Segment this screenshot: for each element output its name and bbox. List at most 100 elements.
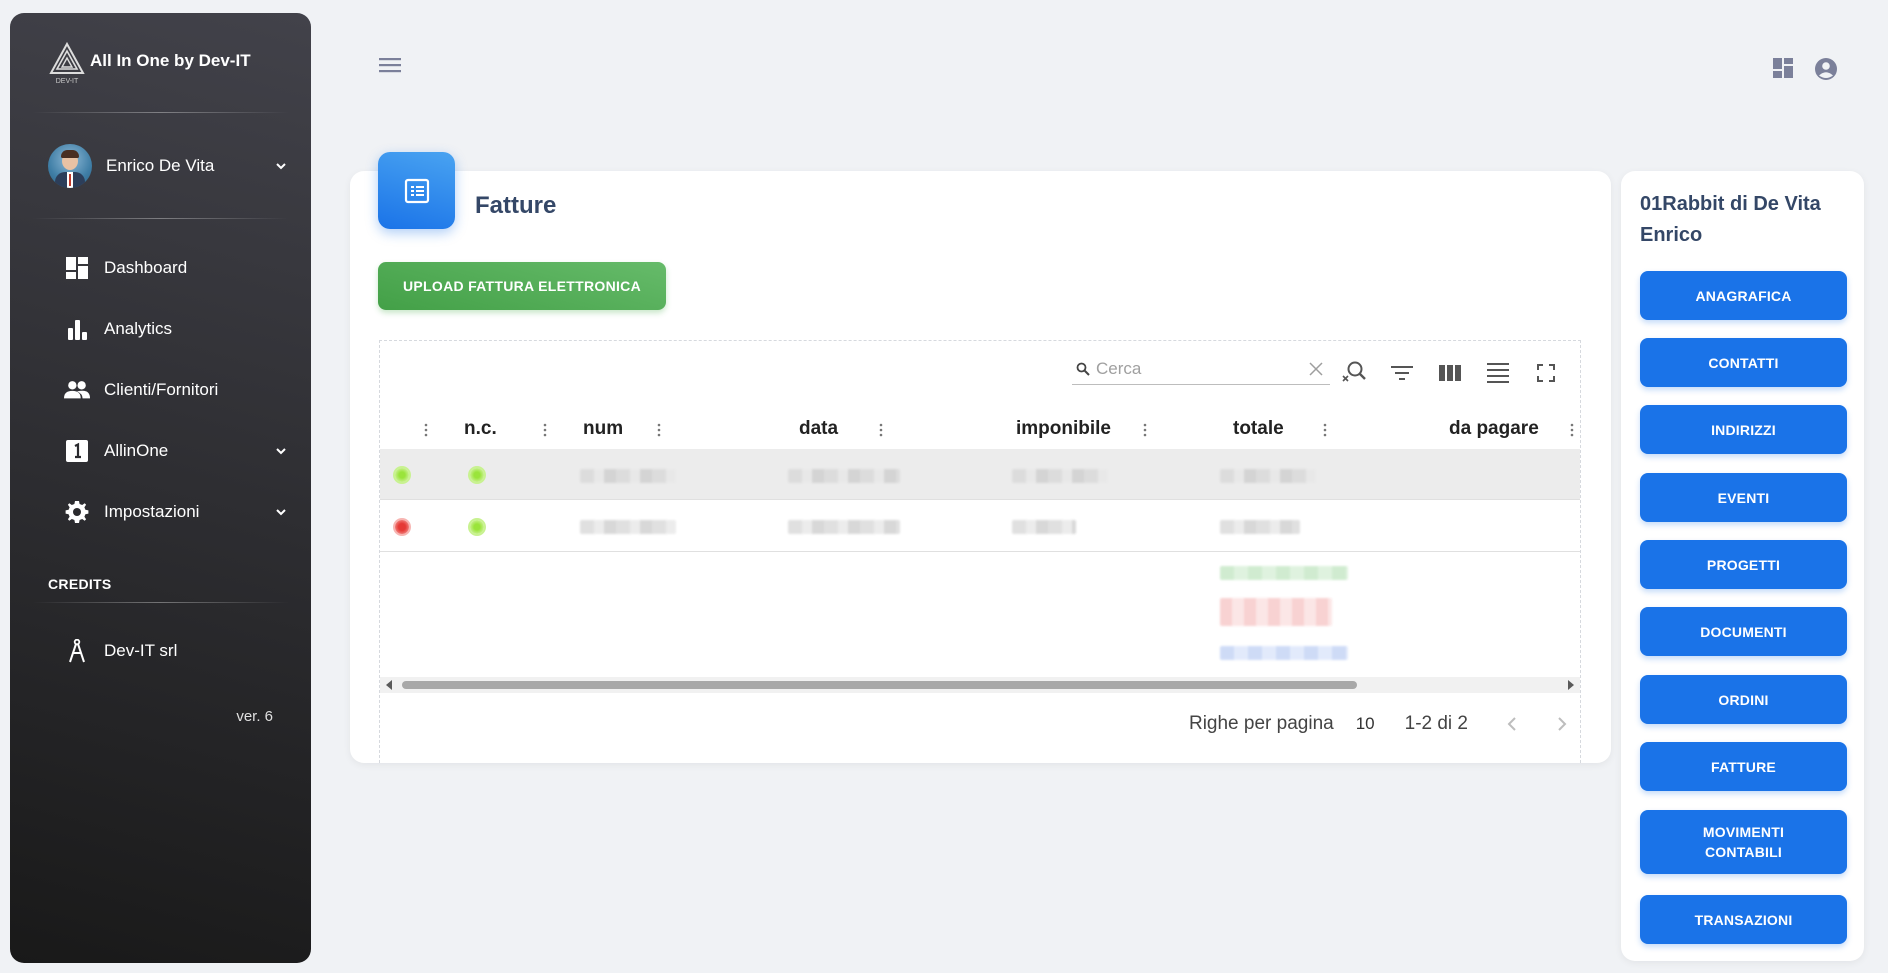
entity-panel: 01Rabbit di De Vita Enrico ANAGRAFICA CO… <box>1621 171 1864 961</box>
app-title: All In One by Dev-IT <box>90 51 251 70</box>
rows-per-page-label: Righe per pagina <box>1188 713 1334 734</box>
credits-heading: CREDITS <box>48 576 112 592</box>
redacted-cell <box>1220 469 1316 483</box>
column-menu-icon[interactable] <box>1143 423 1147 437</box>
transazioni-button[interactable]: TRANSAZIONI <box>1640 895 1847 944</box>
scroll-left-icon[interactable] <box>386 680 392 690</box>
scroll-right-icon[interactable] <box>1568 680 1574 690</box>
grid-toolbar <box>1340 359 1560 387</box>
bar-chart-icon <box>64 316 90 342</box>
dashboard-icon[interactable] <box>1772 57 1794 79</box>
redacted-cell <box>1012 469 1108 483</box>
status-indicator <box>395 520 409 534</box>
divider <box>32 602 289 603</box>
svg-text:DEV-IT: DEV-IT <box>56 78 79 85</box>
chevron-down-icon <box>276 448 286 455</box>
sidebar-item-label: Dev-IT srl <box>104 641 178 660</box>
table-row[interactable] <box>380 501 1580 552</box>
chevron-right-icon[interactable] <box>1552 715 1570 733</box>
redacted-cell <box>580 469 676 483</box>
sidebar-item-clienti-fornitori[interactable]: Clienti/Fornitori <box>48 370 288 410</box>
column-header-da-pagare[interactable]: da pagare <box>1449 409 1539 449</box>
redacted-cell <box>788 520 900 534</box>
eventi-button[interactable]: EVENTI <box>1640 473 1847 522</box>
redacted-cell <box>788 469 900 483</box>
company-name: 01Rabbit di De Vita Enrico <box>1640 193 1821 246</box>
brand[interactable]: DEV-IT All In One by Dev-IT <box>48 41 251 85</box>
upload-invoice-button[interactable]: UPLOAD FATTURA ELETTRONICA <box>378 262 666 310</box>
sidebar-item-label: Clienti/Fornitori <box>104 380 219 399</box>
dashboard-icon <box>64 255 90 281</box>
looks-one-icon <box>64 438 90 464</box>
density-icon[interactable] <box>1484 359 1512 387</box>
sidebar-item-label: Dashboard <box>104 258 188 277</box>
pagination: Righe per pagina 10 1-2 di 2 <box>1189 713 1570 735</box>
divider <box>32 112 289 113</box>
user-name: Enrico De Vita <box>106 156 215 175</box>
redacted-cell <box>580 520 676 534</box>
column-header-imponibile[interactable]: imponibile <box>1016 409 1111 449</box>
column-menu-icon[interactable] <box>879 423 883 437</box>
account-circle-icon[interactable] <box>1814 57 1838 81</box>
scrollbar-thumb[interactable] <box>402 681 1357 689</box>
page-title: Fatture <box>475 192 557 219</box>
sidebar-item-analytics[interactable]: Analytics <box>48 309 288 349</box>
sidebar-item-allinone[interactable]: AllinOne <box>48 431 288 471</box>
fullscreen-icon[interactable] <box>1532 359 1560 387</box>
rows-per-page-select[interactable]: 10 <box>1356 714 1375 734</box>
sidebar-item-dashboard[interactable]: Dashboard <box>48 248 288 288</box>
filter-icon[interactable] <box>1388 359 1416 387</box>
invoices-card: Cerca n.c. num data imponibile totale da… <box>350 171 1611 763</box>
sidebar: DEV-IT All In One by Dev-IT Enrico De Vi… <box>10 13 311 963</box>
redacted-cell <box>1220 646 1348 660</box>
nc-indicator <box>470 520 484 534</box>
redacted-cell <box>1012 520 1076 534</box>
column-header-nc[interactable]: n.c. <box>464 409 497 449</box>
compass-icon <box>64 638 90 664</box>
redacted-cell <box>1220 520 1300 534</box>
anagrafica-button[interactable]: ANAGRAFICA <box>1640 271 1847 320</box>
table-header: n.c. num data imponibile totale da pagar… <box>380 409 1580 449</box>
column-header-totale[interactable]: totale <box>1233 409 1284 449</box>
redacted-cell <box>1220 566 1348 580</box>
chevron-down-icon <box>276 163 286 170</box>
dev-it-logo-icon: DEV-IT <box>48 41 86 85</box>
search-clear-icon[interactable] <box>1340 359 1368 387</box>
sidebar-item-dev-it[interactable]: Dev-IT srl <box>48 631 288 671</box>
column-menu-icon[interactable] <box>1323 423 1327 437</box>
horizontal-scrollbar[interactable] <box>380 677 1580 693</box>
divider <box>32 218 289 219</box>
documenti-button[interactable]: DOCUMENTI <box>1640 607 1847 656</box>
close-icon[interactable] <box>1308 361 1324 377</box>
invoice-icon <box>378 152 455 229</box>
invoices-grid: Cerca n.c. num data imponibile totale da… <box>379 340 1581 763</box>
column-menu-icon[interactable] <box>657 423 661 437</box>
search-input[interactable]: Cerca <box>1072 353 1330 385</box>
sidebar-item-impostazioni[interactable]: Impostazioni <box>48 492 288 532</box>
indirizzi-button[interactable]: INDIRIZZI <box>1640 405 1847 454</box>
column-menu-icon[interactable] <box>424 423 428 437</box>
version-label: ver. 6 <box>236 708 273 725</box>
nc-indicator <box>470 468 484 482</box>
contatti-button[interactable]: CONTATTI <box>1640 338 1847 387</box>
chevron-down-icon <box>276 509 286 516</box>
column-header-data[interactable]: data <box>799 409 838 449</box>
page-range: 1-2 di 2 <box>1404 713 1468 734</box>
column-header-num[interactable]: num <box>583 409 623 449</box>
user-menu[interactable]: Enrico De Vita <box>48 144 288 188</box>
table-row[interactable] <box>380 449 1580 500</box>
fatture-button[interactable]: FATTURE <box>1640 742 1847 791</box>
columns-icon[interactable] <box>1436 359 1464 387</box>
search-icon <box>1076 362 1090 376</box>
people-icon <box>64 377 90 403</box>
progetti-button[interactable]: PROGETTI <box>1640 540 1847 589</box>
menu-icon[interactable] <box>378 55 402 75</box>
redacted-cell <box>1220 598 1332 626</box>
column-menu-icon[interactable] <box>543 423 547 437</box>
movimenti-contabili-button[interactable]: MOVIMENTI CONTABILI <box>1640 810 1847 874</box>
search-placeholder: Cerca <box>1096 358 1142 378</box>
top-actions <box>1772 57 1838 81</box>
ordini-button[interactable]: ORDINI <box>1640 675 1847 724</box>
column-menu-icon[interactable] <box>1570 423 1574 437</box>
chevron-left-icon[interactable] <box>1504 715 1522 733</box>
